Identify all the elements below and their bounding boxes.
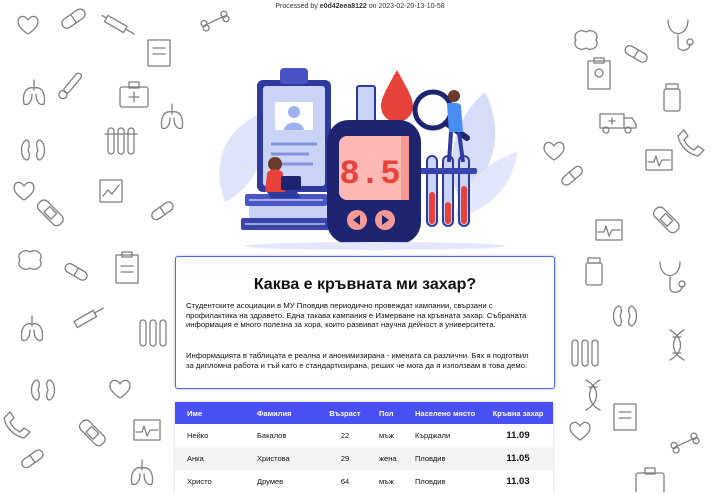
monitor-icon	[595, 219, 623, 241]
heart-icon	[569, 421, 591, 441]
cell-surname: Бакалов	[245, 424, 323, 447]
heart-icon	[109, 379, 131, 399]
thermometer-icon	[58, 72, 83, 100]
books-illustration	[241, 194, 329, 230]
table-header-row: Име Фамилия Възраст Пол Населено място К…	[175, 402, 553, 424]
phone-icon	[677, 129, 705, 157]
dna-icon	[585, 379, 601, 411]
processed-stamp: Processed by e0d42eea8122 on 2023-02-20-…	[0, 3, 720, 10]
monitor-icon	[645, 149, 673, 171]
column-header-sex[interactable]: Пол	[367, 402, 403, 424]
document-icon	[613, 403, 637, 431]
document-icon	[147, 39, 171, 67]
bandage-icon	[652, 206, 680, 234]
column-header-blood-sugar[interactable]: Кръвна захар	[483, 402, 553, 424]
page-title: Каква е кръвната ми захар?	[253, 276, 477, 293]
bottle-icon	[585, 257, 603, 286]
kit-icon	[635, 467, 665, 492]
table-row: Христо Друмев 64 мъж Пловдив 11.03	[175, 470, 553, 493]
table-row: Анка Христова 29 жена Пловдив 11.05	[175, 447, 553, 470]
brain-icon	[574, 30, 598, 50]
cell-city: Пловдив	[403, 470, 483, 493]
lungs-icon	[22, 79, 46, 106]
cell-surname: Друмев	[245, 470, 323, 493]
blood-sugar-table: Име Фамилия Възраст Пол Населено място К…	[175, 402, 553, 493]
ambulance-icon	[599, 113, 637, 134]
stamp-id: e0d42eea8122	[319, 3, 367, 10]
pill-icon	[624, 44, 648, 63]
heart-icon	[543, 141, 565, 161]
stamp-mid: on	[368, 3, 377, 10]
lungs-icon	[160, 103, 184, 130]
test-tubes-icon	[571, 339, 599, 367]
column-header-surname[interactable]: Фамилия	[245, 402, 323, 424]
cell-age: 22	[323, 424, 367, 447]
dna-icon	[669, 329, 685, 361]
pill-icon	[151, 201, 174, 221]
cell-age: 29	[323, 447, 367, 470]
cell-city: Кърджали	[403, 424, 483, 447]
column-header-age[interactable]: Възраст	[323, 402, 367, 424]
cell-age: 64	[323, 470, 367, 493]
cell-sex: мъж	[367, 424, 403, 447]
cell-blood-sugar: 11.05	[483, 447, 553, 470]
kidneys-icon	[30, 379, 56, 401]
clipboard-icon	[115, 251, 139, 284]
pill-icon	[21, 449, 44, 469]
phone-icon	[3, 411, 31, 439]
cell-surname: Христова	[245, 447, 323, 470]
clipboard-icon	[587, 57, 611, 90]
lungs-icon	[20, 315, 44, 342]
bone-icon	[200, 10, 230, 32]
cell-name: Нейко	[175, 424, 245, 447]
syringe-icon	[73, 307, 104, 329]
bone-icon	[670, 432, 700, 454]
heart-icon	[17, 15, 39, 35]
floor-shadow	[245, 242, 505, 250]
bottle-icon	[663, 83, 681, 112]
stethoscope-icon	[659, 261, 686, 293]
info-card: Каква е кръвната ми захар? Студентските …	[175, 256, 555, 389]
note-paragraph: Информацията в таблицата е реална и анон…	[186, 351, 529, 370]
kit-icon	[119, 81, 149, 108]
lungs-icon	[130, 459, 154, 486]
meter-reading: 8.5	[339, 156, 400, 194]
pill-icon	[561, 165, 583, 186]
syringe-icon	[101, 14, 135, 35]
stethoscope-icon	[667, 19, 694, 51]
monitor-icon	[133, 419, 161, 441]
hero-illustration: 8.5	[219, 68, 517, 250]
pill-icon	[61, 8, 86, 29]
kidneys-icon	[20, 139, 46, 161]
test-tubes-icon	[139, 319, 167, 347]
chart-icon	[99, 179, 123, 203]
blood-drop-illustration	[381, 70, 413, 122]
cell-blood-sugar: 11.03	[483, 470, 553, 493]
brain-icon	[18, 250, 42, 270]
cell-sex: жена	[367, 447, 403, 470]
cell-city: Пловдив	[403, 447, 483, 470]
test-tubes-icon	[104, 127, 138, 155]
cell-name: Анка	[175, 447, 245, 470]
column-header-city[interactable]: Населено място	[403, 402, 483, 424]
heart-icon	[13, 181, 35, 201]
cell-sex: мъж	[367, 470, 403, 493]
intro-paragraph: Студентските асоциации в МУ Пловдив пери…	[186, 301, 527, 330]
cell-blood-sugar: 11.09	[483, 424, 553, 447]
cell-name: Христо	[175, 470, 245, 493]
bandage-icon	[36, 199, 64, 227]
stamp-date: 2023-02-20-13-10-58	[378, 3, 445, 10]
test-tubes-illustration	[419, 155, 477, 227]
table-row: Нейко Бакалов 22 мъж Кърджали 11.09	[175, 424, 553, 447]
bandage-icon	[78, 419, 106, 447]
capsule-icon	[64, 262, 88, 281]
stamp-prefix: Processed by	[275, 3, 318, 10]
kidneys-icon	[612, 305, 638, 327]
column-header-name[interactable]: Име	[175, 402, 245, 424]
